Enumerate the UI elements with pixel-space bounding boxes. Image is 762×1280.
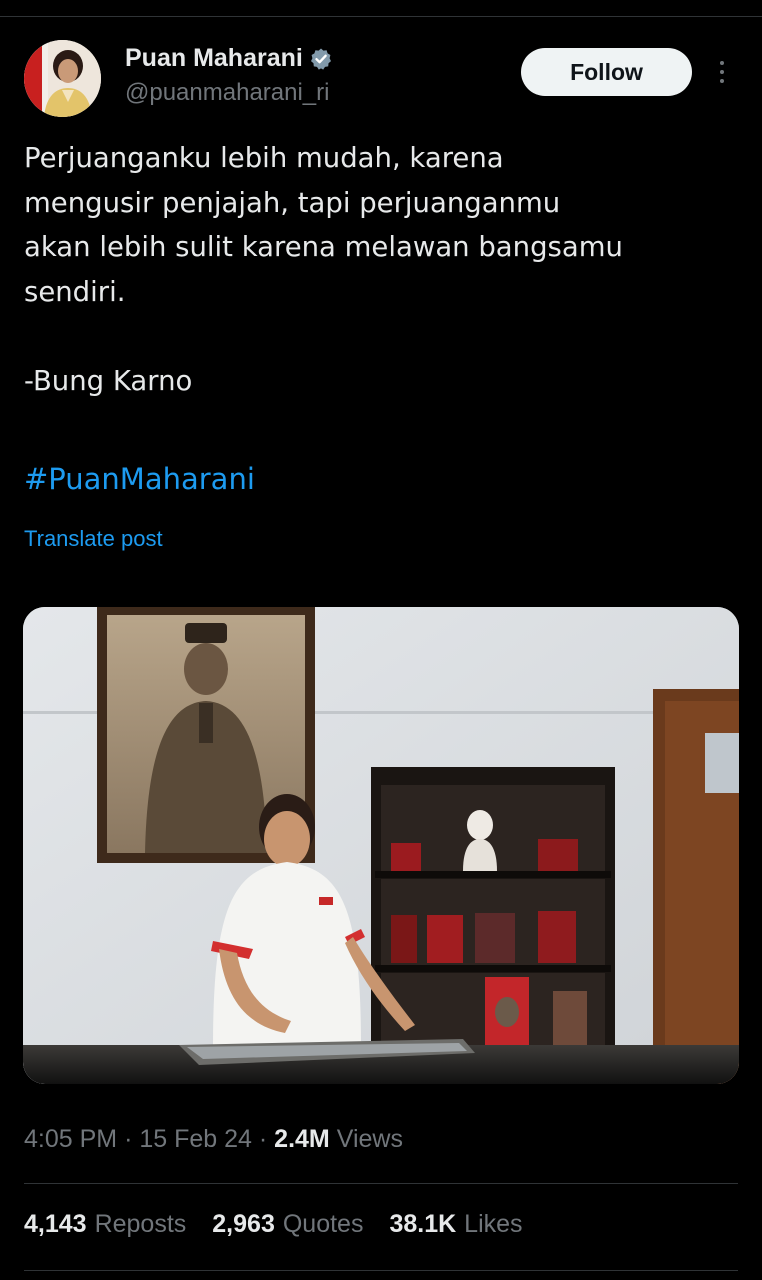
post-header: Puan Maharani @puanmaharani_ri Follow [24, 40, 738, 120]
post-photo[interactable] [23, 607, 739, 1084]
likes-label: Likes [464, 1210, 523, 1238]
post-date[interactable]: 15 Feb 24 [139, 1125, 252, 1153]
quotes-stat[interactable]: 2,963 Quotes [212, 1210, 363, 1239]
likes-count: 38.1K [389, 1210, 457, 1238]
divider [24, 1270, 738, 1271]
likes-stat[interactable]: 38.1K Likes [389, 1210, 522, 1239]
verified-badge-icon [309, 47, 333, 71]
post-meta: 4:05 PM · 15 Feb 24 · 2.4M Views [24, 1125, 403, 1154]
engagement-stats: 4,143 Reposts 2,963 Quotes 38.1K Likes [24, 1210, 523, 1239]
views-label[interactable]: Views [337, 1125, 403, 1153]
quotes-label: Quotes [282, 1210, 364, 1238]
more-options-icon[interactable] [710, 56, 734, 88]
avatar-image [24, 40, 101, 117]
avatar[interactable] [24, 40, 101, 117]
meta-separator: · [258, 1125, 268, 1153]
post-text-line: sendiri. [24, 275, 126, 308]
divider [24, 1183, 738, 1184]
post-text-line: akan lebih sulit karena melawan bangsamu [24, 231, 623, 263]
meta-separator: · [124, 1125, 133, 1153]
post-time[interactable]: 4:05 PM [24, 1125, 117, 1153]
post-text-line: Perjuanganku lebih mudah, karena [24, 142, 504, 174]
display-name[interactable]: Puan Maharani [125, 44, 303, 73]
views-count[interactable]: 2.4M [274, 1125, 330, 1153]
reposts-stat[interactable]: 4,143 Reposts [24, 1210, 186, 1239]
reposts-label: Reposts [94, 1210, 187, 1238]
translate-post-link[interactable]: Translate post [24, 526, 163, 552]
post-text-line: mengusir penjajah, tapi perjuanganmu [24, 186, 561, 219]
hashtag-link[interactable]: #PuanMaharani [24, 462, 255, 496]
reposts-count: 4,143 [24, 1210, 87, 1238]
post-attribution: -Bung Karno [24, 364, 193, 397]
quotes-count: 2,963 [212, 1210, 275, 1238]
author-info[interactable]: Puan Maharani @puanmaharani_ri [125, 44, 333, 107]
top-divider [0, 16, 762, 17]
follow-button[interactable]: Follow [521, 48, 692, 96]
post-body: Perjuanganku lebih mudah, karena mengusi… [24, 136, 738, 403]
photo-image [23, 607, 739, 1084]
handle[interactable]: @puanmaharani_ri [125, 79, 333, 107]
